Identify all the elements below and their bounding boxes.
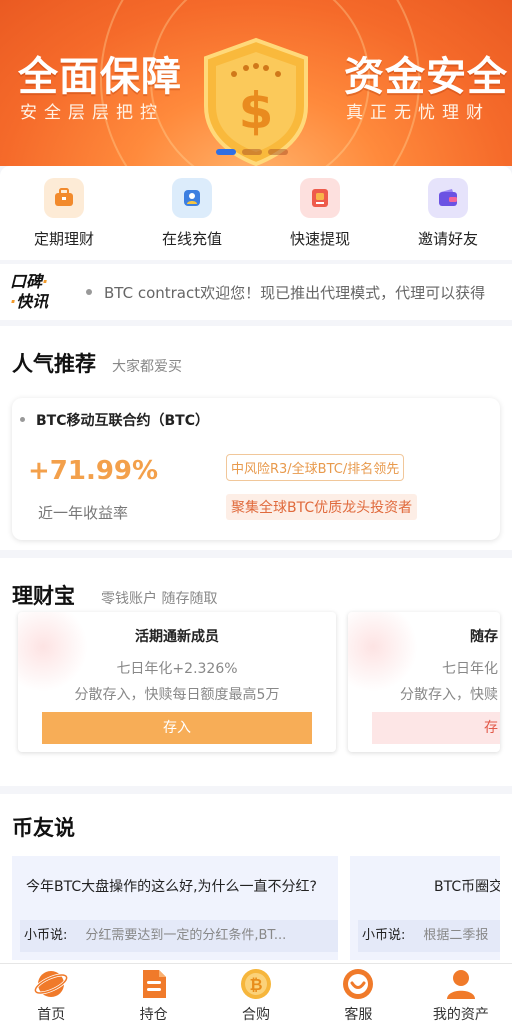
- product-name: BTC移动互联合约（BTC）: [20, 410, 209, 430]
- savings-card[interactable]: 随存 七日年化 分散存入，快赎 存: [348, 612, 500, 752]
- card-desc: 分散存入，快赎每日额度最高5万: [74, 687, 280, 703]
- quick-nav-recharge[interactable]: 在线充值: [128, 166, 256, 260]
- quick-nav: 定期理财 在线充值 快速提现 邀请好友: [0, 166, 512, 260]
- section-header: 币友说: [0, 794, 512, 842]
- card-title: 随存: [470, 629, 498, 645]
- post-title: BTC币圈交: [434, 879, 500, 895]
- deposit-button[interactable]: 存入: [42, 712, 312, 744]
- reply-author: 小币说:: [362, 928, 406, 943]
- reply-text: 分红需要达到一定的分红条件,BT...: [85, 928, 287, 943]
- quick-nav-invite[interactable]: 邀请好友: [384, 166, 512, 260]
- bullet-dot: [86, 289, 92, 295]
- deposit-button[interactable]: 存: [372, 712, 500, 744]
- banner-left-title: 全面保障: [18, 54, 182, 100]
- shield-dollar-icon: $: [204, 37, 308, 166]
- card-rate: 七日年化+2.326%: [116, 661, 238, 677]
- tab-customer-service[interactable]: 客服: [307, 964, 409, 1024]
- tab-group-buy[interactable]: ₿ 合购: [205, 964, 307, 1024]
- ticker-logo-line2: 快讯: [16, 292, 49, 311]
- tab-my-assets[interactable]: 我的资产: [410, 964, 512, 1024]
- section-subtitle: 零钱账户 随存随取: [101, 591, 218, 607]
- bottom-tab-bar: 首页 持仓 ₿ 合购 客服 我的资产: [0, 963, 512, 1024]
- briefcase-icon: [44, 178, 84, 218]
- koubei-news-logo: 口碑· ·快讯: [10, 272, 49, 311]
- quick-nav-fixed-finance[interactable]: 定期理财: [0, 166, 128, 260]
- quick-nav-label: 邀请好友: [417, 230, 478, 248]
- risk-tag: 中风险R3/全球BTC/排名领先: [226, 454, 405, 481]
- post-title: 今年BTC大盘操作的这么好,为什么一直不分红?: [26, 879, 317, 895]
- section-header: 理财宝 零钱账户 随存随取: [0, 558, 512, 610]
- document-icon: [137, 968, 171, 1000]
- card-title: 活期通新成员: [135, 629, 219, 645]
- withdraw-card-icon: [300, 178, 340, 218]
- user-badge-icon: [172, 178, 212, 218]
- tab-holdings[interactable]: 持仓: [102, 964, 204, 1024]
- community-post-card[interactable]: 今年BTC大盘操作的这么好,为什么一直不分红? 小币说: 分红需要达到一定的分红条…: [12, 856, 338, 960]
- post-reply: 小币说: 分红需要达到一定的分红条件,BT...: [20, 920, 338, 952]
- popular-product-card[interactable]: BTC移动互联合约（BTC） +71.99% 近一年收益率 中风险R3/全球BT…: [12, 398, 500, 540]
- community-section: 币友说 今年BTC大盘操作的这么好,为什么一直不分红? 小币说: 分红需要达到一定…: [0, 794, 512, 964]
- promo-banner[interactable]: 全面保障 安全层层把控 资金安全 真正无忧理财 $: [0, 0, 512, 166]
- banner-dot[interactable]: [268, 149, 288, 155]
- tab-label: 持仓: [139, 1007, 168, 1023]
- card-decoration: [18, 612, 88, 692]
- licaibao-section: 理财宝 零钱账户 随存随取 活期通新成员 七日年化+2.326% 分散存入，快赎…: [0, 558, 512, 786]
- banner-pagination: [216, 149, 288, 155]
- banner-right-subtitle: 真正无忧理财: [346, 103, 490, 123]
- quick-nav-label: 快速提现: [289, 230, 350, 248]
- reply-author: 小币说:: [24, 928, 68, 943]
- customer-service-icon: [341, 968, 375, 1000]
- section-subtitle: 大家都爱买: [112, 359, 182, 375]
- user-icon: [444, 968, 478, 1000]
- card-desc: 分散存入，快赎: [400, 687, 498, 703]
- post-reply: 小币说: 根据二季报: [358, 920, 500, 952]
- section-title: 人气推荐: [12, 352, 96, 376]
- product-rate-label: 近一年收益率: [38, 504, 129, 522]
- ticker-text: BTC contract欢迎您！现已推出代理模式，代理可以获得: [104, 283, 486, 302]
- news-ticker[interactable]: 口碑· ·快讯 BTC contract欢迎您！现已推出代理模式，代理可以获得: [0, 264, 512, 320]
- popular-section: 人气推荐 大家都爱买 BTC移动互联合约（BTC） +71.99% 近一年收益率…: [0, 326, 512, 550]
- bitcoin-coin-icon: ₿: [239, 968, 273, 1000]
- banner-left-subtitle: 安全层层把控: [20, 103, 164, 123]
- section-title: 币友说: [12, 816, 75, 840]
- banner-dot[interactable]: [216, 149, 236, 155]
- section-header: 人气推荐 大家都爱买: [0, 326, 512, 378]
- savings-card[interactable]: 活期通新成员 七日年化+2.326% 分散存入，快赎每日额度最高5万 存入: [18, 612, 336, 752]
- quick-nav-label: 定期理财: [33, 230, 94, 248]
- tab-home[interactable]: 首页: [0, 964, 102, 1024]
- tab-label: 合购: [242, 1007, 271, 1023]
- tab-label: 首页: [37, 1007, 66, 1023]
- description-tag: 聚集全球BTC优质龙头投资者: [226, 494, 418, 520]
- ticker-logo-line1: 口碑: [10, 272, 43, 291]
- tab-label: 我的资产: [432, 1007, 489, 1023]
- quick-nav-label: 在线充值: [161, 230, 222, 248]
- banner-right-title: 资金安全: [344, 54, 508, 100]
- app-screen: 全面保障 安全层层把控 资金安全 真正无忧理财 $ 定期理财 在线充值 快速提现…: [0, 0, 512, 1024]
- community-post-card[interactable]: BTC币圈交 小币说: 根据二季报: [350, 856, 500, 960]
- banner-dot[interactable]: [242, 149, 262, 155]
- card-decoration: [348, 612, 418, 692]
- card-rate: 七日年化: [442, 661, 498, 677]
- tab-label: 客服: [344, 1007, 373, 1023]
- wallet-icon: [428, 178, 468, 218]
- quick-nav-withdraw[interactable]: 快速提现: [256, 166, 384, 260]
- reply-text: 根据二季报: [423, 928, 489, 943]
- product-rate: +71.99%: [28, 456, 159, 486]
- svg-text:$: $: [239, 82, 274, 140]
- svg-text:₿: ₿: [249, 975, 262, 994]
- home-planet-icon: [34, 968, 69, 1000]
- section-title: 理财宝: [12, 584, 75, 608]
